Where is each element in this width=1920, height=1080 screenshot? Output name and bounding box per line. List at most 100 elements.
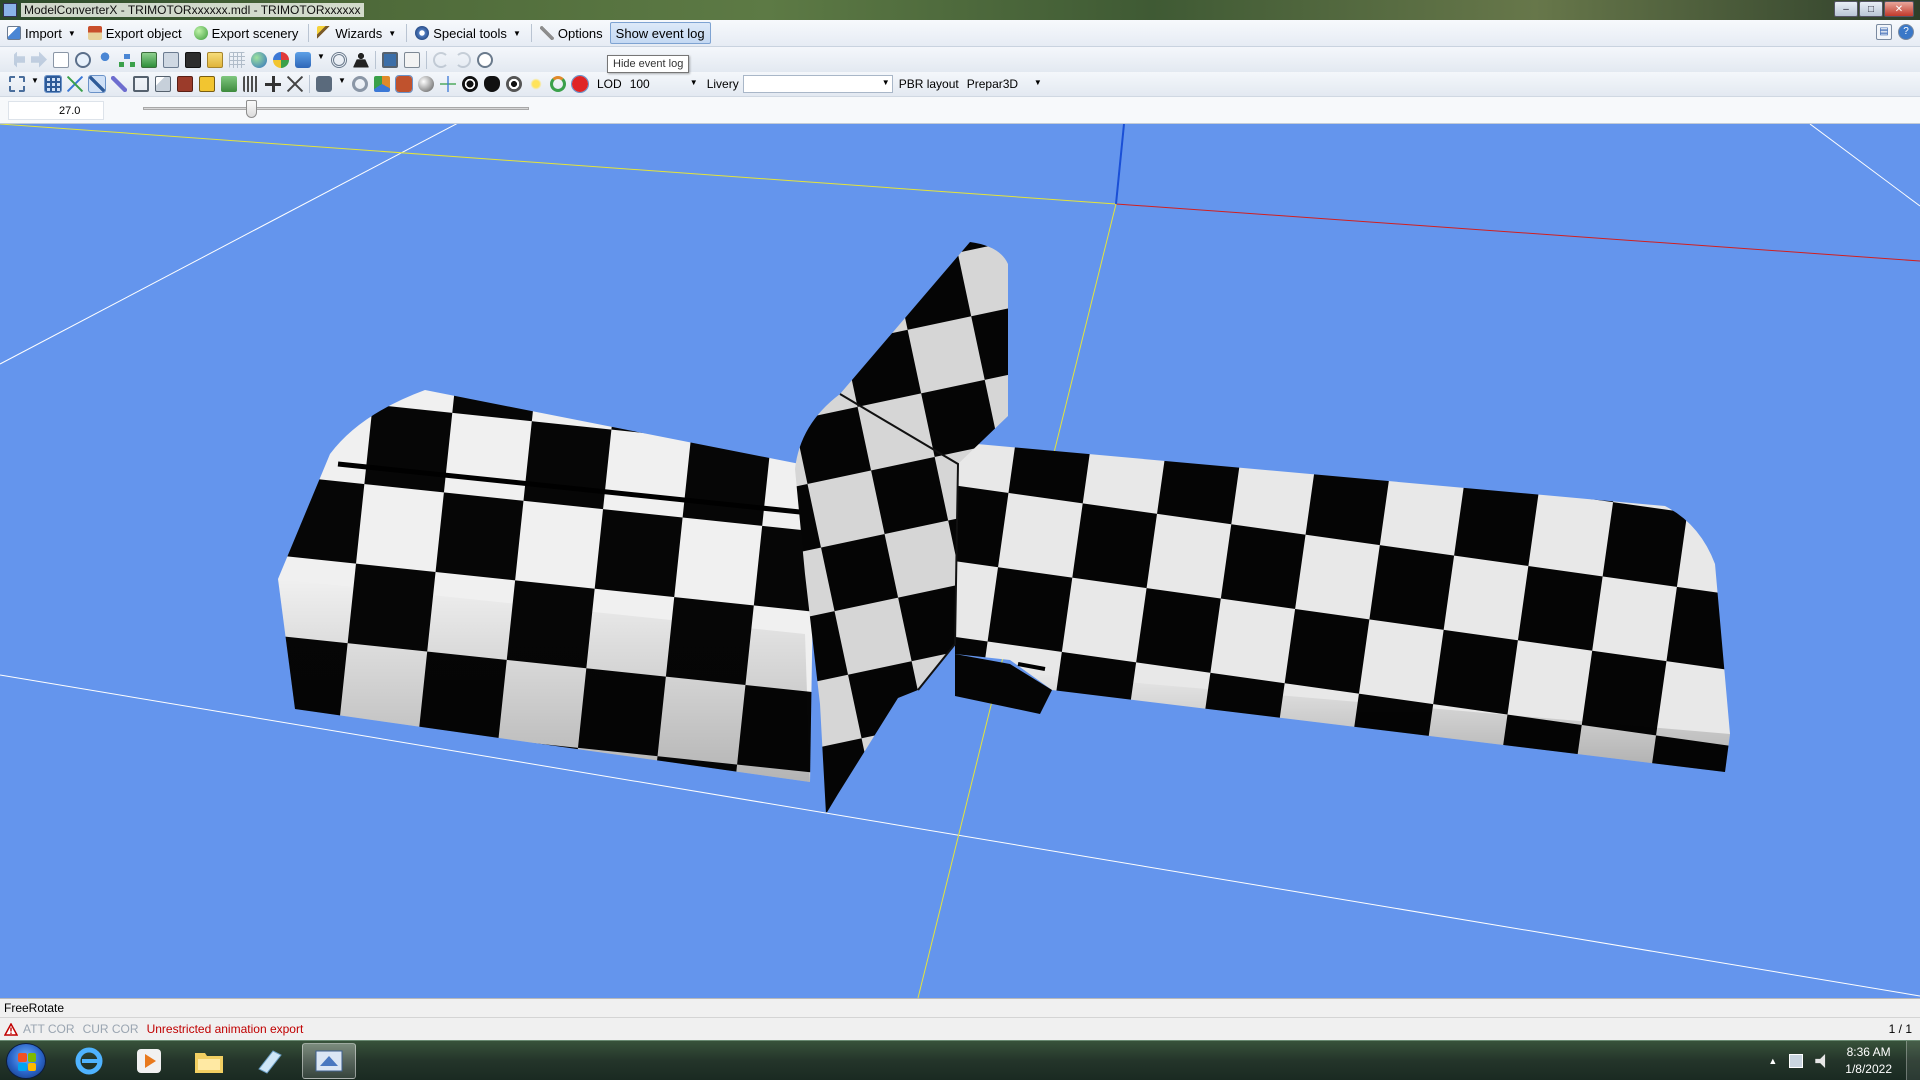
special-tools-menu[interactable]: Special tools ▼ xyxy=(410,22,526,44)
animation-icon[interactable] xyxy=(295,51,311,68)
material-cube-icon[interactable] xyxy=(374,76,390,92)
wizards-label: Wizards xyxy=(335,25,383,41)
image-icon[interactable] xyxy=(141,51,157,68)
texture-icon[interactable] xyxy=(163,51,179,68)
windows-logo-icon xyxy=(18,1053,36,1071)
show-event-log-button[interactable]: Show event log xyxy=(609,22,711,44)
help-icon[interactable]: ? xyxy=(1898,24,1914,40)
teapot-icon[interactable] xyxy=(571,75,589,93)
tray-expand-icon[interactable]: ▲ xyxy=(1768,1056,1777,1066)
box-icon[interactable] xyxy=(133,76,149,92)
person-icon[interactable] xyxy=(353,51,369,68)
options-button[interactable]: Options xyxy=(535,22,608,44)
close-icon[interactable]: ✕ xyxy=(1884,1,1914,17)
clock-icon[interactable] xyxy=(477,51,493,68)
document-icon[interactable] xyxy=(53,51,69,68)
refresh-icon[interactable] xyxy=(550,76,566,92)
wireframe-icon[interactable] xyxy=(88,75,106,93)
undo-icon[interactable] xyxy=(433,51,449,68)
toolbar-view: ▼ ▼ LOD 100 ▼ Livery ▼ PBR layout Prepar… xyxy=(0,72,1920,97)
wizards-menu[interactable]: Wizards ▼ xyxy=(312,22,401,44)
maximize-icon[interactable]: □ xyxy=(1859,1,1883,17)
import-menu[interactable]: Import ▼ xyxy=(2,22,81,44)
material-icon[interactable] xyxy=(185,51,201,68)
status-bar: ATT COR CUR COR Unrestricted animation e… xyxy=(0,1017,1920,1040)
internet-explorer-icon[interactable] xyxy=(62,1043,116,1079)
grid-toggle-icon[interactable] xyxy=(44,75,62,93)
app-icon xyxy=(3,3,17,17)
sphere-icon[interactable] xyxy=(418,76,434,92)
eye-icon[interactable] xyxy=(506,76,522,92)
system-tray: ▲ 8:36 AM 1/8/2022 xyxy=(1768,1041,1920,1080)
notepad-icon[interactable] xyxy=(242,1043,296,1079)
chevron-down-icon: ▼ xyxy=(1033,78,1042,87)
shaded-icon[interactable] xyxy=(395,75,413,93)
pin-icon[interactable] xyxy=(97,51,113,68)
pbr-layout-value: Prepar3D xyxy=(966,77,1019,91)
bones-icon[interactable] xyxy=(111,76,127,92)
terrain-icon[interactable] xyxy=(221,76,237,92)
toolbar-separator xyxy=(375,50,376,69)
cube-icon[interactable] xyxy=(155,76,171,92)
media-player-icon[interactable] xyxy=(122,1043,176,1079)
start-button[interactable] xyxy=(6,1043,46,1079)
soccer-ball-icon[interactable] xyxy=(462,76,478,92)
special-tools-label: Special tools xyxy=(433,25,507,41)
material-swatch-icon[interactable] xyxy=(199,76,215,92)
warning-icon xyxy=(4,1022,18,1036)
cur-cor-indicator: CUR COR xyxy=(82,1022,139,1036)
texture-brick-icon[interactable] xyxy=(177,76,193,92)
3d-viewport[interactable] xyxy=(0,124,1920,998)
axis-icon[interactable] xyxy=(67,76,83,92)
export-scenery-button[interactable]: Export scenery xyxy=(189,22,304,44)
export-scenery-label: Export scenery xyxy=(211,25,299,41)
export-object-button[interactable]: Export object xyxy=(83,22,187,44)
clock[interactable]: 8:36 AM 1/8/2022 xyxy=(1845,1044,1892,1078)
redo-icon[interactable] xyxy=(455,51,471,68)
modelconverterx-icon[interactable] xyxy=(302,1043,356,1079)
navigation-mode-label: FreeRotate xyxy=(4,1001,65,1015)
menu-bar: Import ▼ Export object Export scenery Wi… xyxy=(0,20,1920,47)
airplane-icon[interactable] xyxy=(265,76,281,92)
attachpoint-icon[interactable] xyxy=(287,76,303,92)
night-icon[interactable] xyxy=(484,76,500,92)
chevron-down-icon: ▼ xyxy=(881,78,890,87)
layout-icon[interactable]: ▤ xyxy=(1876,24,1892,40)
normals-icon[interactable] xyxy=(243,76,259,92)
slider-track[interactable] xyxy=(143,107,529,110)
hierarchy-icon[interactable] xyxy=(119,51,135,68)
pbr-layout-select[interactable]: Prepar3D ▼ xyxy=(963,75,1045,93)
minimize-icon[interactable]: – xyxy=(1834,1,1858,17)
transform-icon[interactable] xyxy=(440,76,456,92)
show-desktop-button[interactable] xyxy=(1906,1041,1920,1080)
chevron-down-icon[interactable]: ▼ xyxy=(317,52,325,68)
report-icon[interactable] xyxy=(404,51,420,68)
lod-value: 100 xyxy=(629,77,650,91)
volume-icon[interactable] xyxy=(1815,1054,1826,1068)
settings-icon[interactable] xyxy=(352,76,368,92)
clock-date: 1/8/2022 xyxy=(1845,1062,1892,1076)
camera-icon[interactable] xyxy=(316,76,332,92)
link-icon[interactable] xyxy=(331,51,347,68)
chevron-down-icon[interactable]: ▼ xyxy=(31,76,39,92)
pie-chart-icon[interactable] xyxy=(273,51,289,68)
back-arrow-icon[interactable] xyxy=(9,51,25,68)
network-icon[interactable] xyxy=(1789,1054,1804,1068)
fit-view-icon[interactable] xyxy=(9,76,25,92)
folder-icon[interactable] xyxy=(207,51,223,68)
status-mode-bar: FreeRotate xyxy=(0,998,1920,1017)
monitor-icon[interactable] xyxy=(382,51,398,68)
slider-value-field[interactable]: 27.0 xyxy=(8,101,104,120)
slider-thumb[interactable] xyxy=(246,100,258,118)
house-icon xyxy=(87,26,102,40)
forward-arrow-icon[interactable] xyxy=(31,51,47,68)
zoom-icon[interactable] xyxy=(75,51,91,68)
globe-icon[interactable] xyxy=(251,51,267,68)
lod-select[interactable]: 100 ▼ xyxy=(626,75,701,93)
lights-icon[interactable] xyxy=(528,76,544,92)
file-explorer-icon[interactable] xyxy=(182,1043,236,1079)
grid-icon[interactable] xyxy=(229,51,245,68)
livery-select[interactable]: ▼ xyxy=(742,75,893,93)
menu-separator xyxy=(308,24,310,42)
chevron-down-icon[interactable]: ▼ xyxy=(338,76,346,92)
